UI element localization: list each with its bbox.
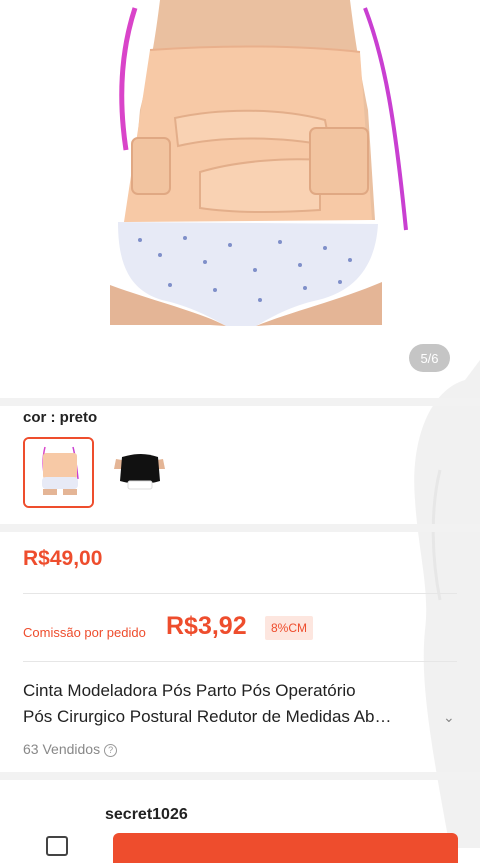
commission-separator — [23, 661, 457, 662]
product-image-gallery[interactable]: 5/6 — [0, 0, 480, 398]
shop-icon[interactable] — [46, 836, 68, 856]
beige-belt-thumbnail — [25, 439, 92, 506]
product-photo — [0, 0, 480, 398]
product-price: R$49,00 — [23, 547, 103, 570]
commission-rate-badge: 8%CM — [265, 616, 314, 640]
price-separator — [23, 593, 457, 594]
product-title-line-1: Cinta Modeladora Pós Parto Pós Operatóri… — [23, 681, 356, 700]
commission-value: R$3,92 — [166, 612, 247, 640]
variation-swatch-black[interactable] — [104, 437, 175, 508]
section-divider — [0, 524, 480, 532]
buy-button[interactable] — [113, 833, 458, 863]
product-title-line-2: Pós Cirurgico Postural Redutor de Medida… — [23, 707, 392, 726]
image-counter-badge: 5/6 — [409, 344, 450, 372]
expand-title-chevron-icon[interactable]: ⌄ — [443, 709, 455, 726]
section-divider — [0, 398, 480, 406]
variation-swatch-beige[interactable] — [23, 437, 94, 508]
commission-label: Comissão por pedido — [23, 625, 146, 640]
sold-count-text: 63 Vendidos — [23, 741, 101, 757]
help-icon[interactable]: ? — [104, 744, 118, 757]
sold-count: 63 Vendidos? — [23, 741, 118, 757]
variation-label: cor : preto — [23, 409, 98, 426]
section-divider — [0, 772, 480, 780]
black-belt-thumbnail — [106, 439, 173, 506]
seller-name[interactable]: secret1026 — [105, 806, 188, 824]
